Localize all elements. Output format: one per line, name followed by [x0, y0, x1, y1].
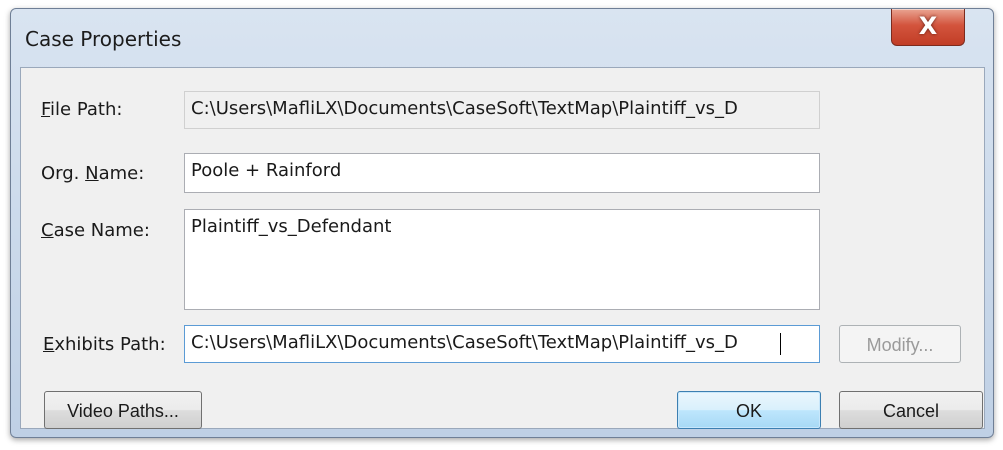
file-path-label: File Path: [41, 99, 123, 120]
close-icon: X [918, 12, 938, 40]
dialog-body: File Path: C:\Users\MafliLX\Documents\Ca… [20, 67, 985, 429]
exhibits-path-field[interactable]: C:\Users\MafliLX\Documents\CaseSoft\Text… [184, 325, 820, 363]
org-name-field[interactable]: Poole + Rainford [184, 153, 820, 193]
exhibits-path-label: Exhibits Path: [43, 334, 166, 355]
case-name-field[interactable]: Plaintiff_vs_Defendant [184, 209, 820, 310]
ok-button[interactable]: OK [677, 391, 821, 429]
video-paths-button[interactable]: Video Paths... [44, 391, 202, 429]
title-bar[interactable]: Case Properties X [11, 9, 993, 67]
modify-button[interactable]: Modify... [839, 325, 961, 363]
dialog-title: Case Properties [25, 27, 182, 51]
case-properties-dialog: Case Properties X File Path: C:\Users\Ma… [10, 8, 994, 438]
case-name-label: Case Name: [41, 220, 150, 241]
text-cursor [780, 333, 781, 355]
file-path-field[interactable]: C:\Users\MafliLX\Documents\CaseSoft\Text… [184, 91, 820, 129]
cancel-button[interactable]: Cancel [839, 391, 983, 429]
org-name-label: Org. Name: [41, 163, 145, 184]
close-button[interactable]: X [891, 9, 965, 46]
